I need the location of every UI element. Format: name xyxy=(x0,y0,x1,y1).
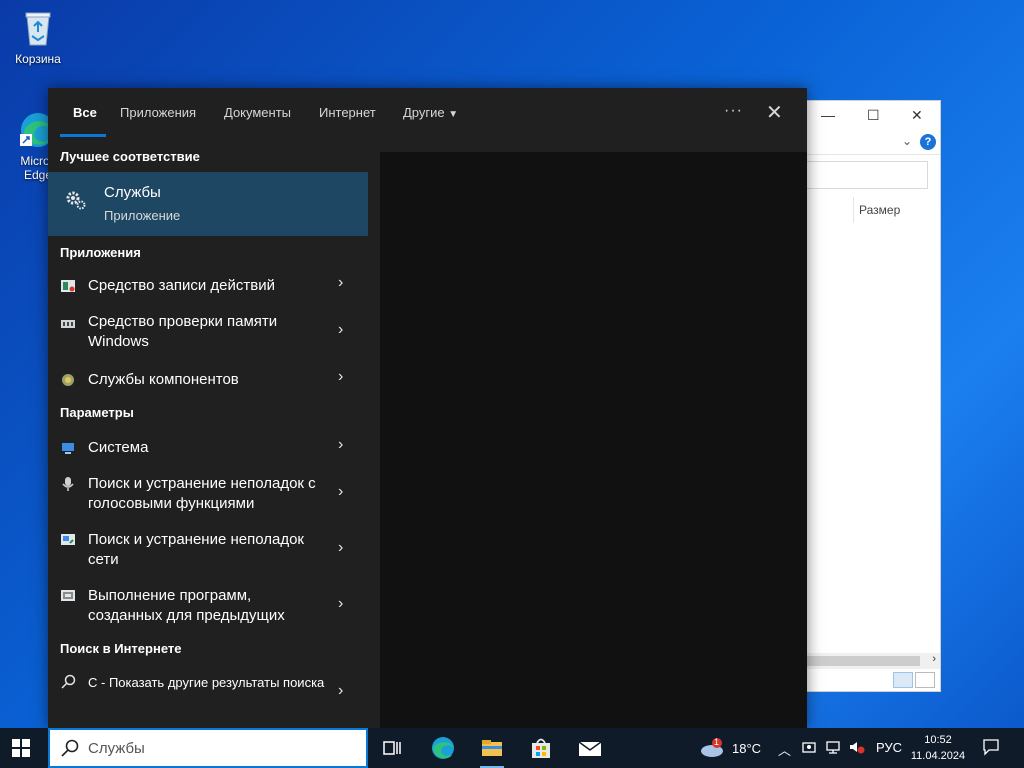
recycle-bin-icon xyxy=(18,8,58,48)
chevron-up-icon[interactable]: ︿ xyxy=(778,740,791,759)
preview-pane xyxy=(380,152,807,728)
best-match-type: Приложение xyxy=(104,208,181,223)
app-item-label: Средство записи действий xyxy=(88,277,275,294)
tab-more[interactable]: Другие ▼ xyxy=(403,105,458,120)
maximize-icon[interactable]: ☐ xyxy=(867,107,880,124)
settings-item-network-troubleshoot[interactable]: Поиск и устранение неполадок сети › xyxy=(48,528,368,574)
section-title-settings: Параметры xyxy=(60,405,134,420)
search-panel: Все Приложения Документы Интернет Другие… xyxy=(48,88,807,728)
web-item-more-results[interactable]: С - Показать другие результаты поиска › xyxy=(48,672,368,716)
details-view-icon[interactable] xyxy=(893,672,913,688)
chevron-right-icon[interactable]: › xyxy=(338,483,343,501)
weather-icon[interactable]: 1 xyxy=(698,737,726,758)
settings-item-label: Поиск и устранение неполадок с голосовым… xyxy=(88,475,316,512)
volume-muted-icon[interactable] xyxy=(849,740,865,757)
chevron-right-icon[interactable]: › xyxy=(338,436,343,454)
tab-more-label: Другие xyxy=(403,105,445,120)
chevron-down-icon[interactable]: ⌄ xyxy=(902,134,912,148)
taskbar: 1 18°C ︿ РУС 10:52 11.04.2024 xyxy=(0,728,1024,768)
settings-item-compatibility[interactable]: Выполнение программ, созданных для преды… xyxy=(48,584,368,630)
section-title-web: Поиск в Интернете xyxy=(60,641,182,656)
chevron-right-icon[interactable]: › xyxy=(338,274,343,292)
settings-item-voice-troubleshoot[interactable]: Поиск и устранение неполадок с голосовым… xyxy=(48,472,368,518)
language-indicator[interactable]: РУС xyxy=(876,740,902,755)
mail-icon[interactable] xyxy=(576,734,604,762)
tab-web[interactable]: Интернет xyxy=(319,105,376,120)
search-tabs: Все Приложения Документы Интернет Другие… xyxy=(48,88,807,138)
close-icon[interactable]: ✕ xyxy=(911,107,923,124)
app-item-steps-recorder[interactable]: Средство записи действий › xyxy=(48,272,368,300)
chevron-right-icon[interactable]: › xyxy=(338,368,343,386)
tab-apps[interactable]: Приложения xyxy=(120,105,196,120)
chevron-right-icon[interactable]: › xyxy=(338,682,343,700)
clock-time: 10:52 xyxy=(924,734,952,746)
clock-date: 11.04.2024 xyxy=(910,750,966,762)
store-icon[interactable] xyxy=(527,734,555,762)
task-view-icon[interactable] xyxy=(378,734,406,762)
app-item-component-services[interactable]: Службы компонентов › xyxy=(48,366,368,394)
steps-recorder-icon xyxy=(60,278,76,294)
file-explorer-icon[interactable] xyxy=(478,734,506,768)
column-separator[interactable] xyxy=(853,197,854,223)
settings-item-label: Выполнение программ, созданных для преды… xyxy=(88,587,285,624)
search-input[interactable] xyxy=(88,738,348,758)
large-icons-view-icon[interactable] xyxy=(915,672,935,688)
network-troubleshoot-icon xyxy=(60,532,76,548)
column-size-header[interactable]: Размер xyxy=(859,203,900,217)
system-icon xyxy=(60,440,76,456)
desktop-icon-recycle-bin[interactable]: Корзина xyxy=(2,8,74,66)
windows-start-icon[interactable] xyxy=(12,739,30,757)
memory-diagnostic-icon xyxy=(60,316,76,332)
tab-documents[interactable]: Документы xyxy=(224,105,291,120)
edge-icon[interactable] xyxy=(429,734,457,762)
minimize-icon[interactable]: — xyxy=(821,107,835,123)
tab-all[interactable]: Все xyxy=(73,105,97,120)
clock[interactable]: 10:52 11.04.2024 xyxy=(902,732,974,764)
best-match-item[interactable]: Службы Приложение xyxy=(48,172,368,236)
network-icon[interactable] xyxy=(825,740,841,757)
app-item-label: Средство проверки памяти Windows xyxy=(88,313,278,350)
notification-icon[interactable] xyxy=(982,738,1000,756)
chevron-right-icon[interactable]: › xyxy=(338,595,343,613)
settings-item-label: Поиск и устранение неполадок сети xyxy=(88,531,304,568)
gear-icon xyxy=(64,188,88,212)
caret-down-icon: ▼ xyxy=(448,109,459,120)
chevron-right-icon[interactable]: › xyxy=(338,321,343,339)
chevron-right-icon[interactable]: › xyxy=(338,539,343,557)
section-title-apps: Приложения xyxy=(60,245,141,260)
web-item-label: С - Показать другие результаты поиска xyxy=(88,675,325,690)
active-tab-indicator xyxy=(60,134,106,137)
settings-item-system[interactable]: Система › xyxy=(48,434,368,462)
help-icon[interactable]: ? xyxy=(920,134,936,150)
app-item-label: Службы компонентов xyxy=(88,371,239,388)
more-options-icon[interactable]: ··· xyxy=(724,102,743,120)
desktop-icon-label: Корзина xyxy=(15,52,61,66)
settings-item-label: Система xyxy=(88,439,149,456)
section-title-best-match: Лучшее соответствие xyxy=(60,149,200,164)
meet-now-icon[interactable] xyxy=(802,740,816,757)
component-services-icon xyxy=(60,372,76,388)
best-match-name: Службы xyxy=(104,184,161,201)
taskbar-search-box[interactable] xyxy=(48,728,368,768)
search-icon xyxy=(60,674,76,690)
compatibility-icon xyxy=(60,588,76,604)
search-icon xyxy=(60,738,80,763)
scroll-right-icon[interactable]: › xyxy=(932,653,936,665)
weather-temperature[interactable]: 18°C xyxy=(732,741,761,756)
microphone-icon xyxy=(60,476,76,492)
app-item-memory-diagnostic[interactable]: Средство проверки памяти Windows › xyxy=(48,310,368,356)
close-icon[interactable]: ✕ xyxy=(766,100,783,125)
weather-badge: 1 xyxy=(714,737,720,747)
